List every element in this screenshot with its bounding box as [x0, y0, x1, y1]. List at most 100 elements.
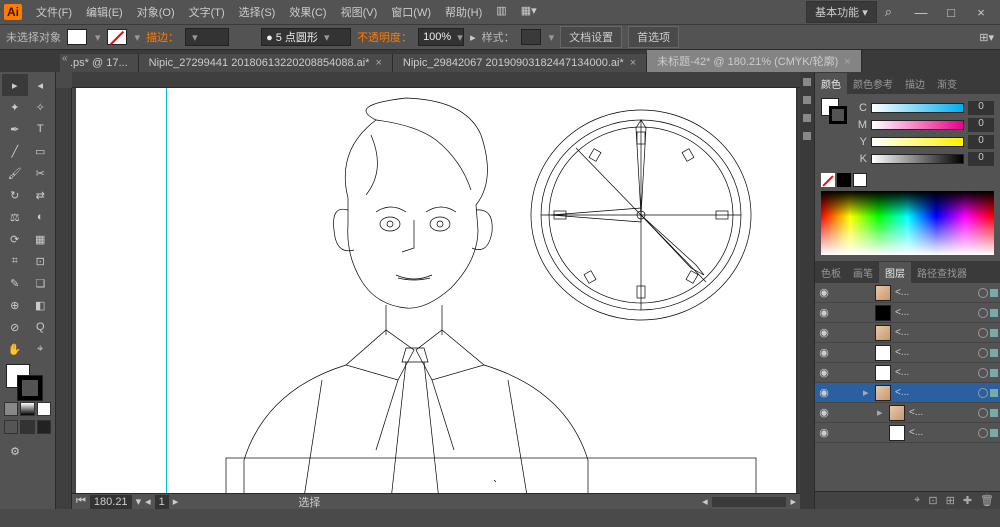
- artboard[interactable]: [76, 88, 796, 493]
- zoom-tool[interactable]: ⌖: [28, 338, 54, 360]
- visibility-toggle-icon[interactable]: ◉: [817, 406, 831, 419]
- zoom-dropdown-icon[interactable]: ▾: [136, 495, 142, 508]
- layer-row[interactable]: ◉<...: [815, 323, 1000, 343]
- new-sublayer-icon[interactable]: ⊞: [946, 494, 955, 507]
- target-ring-icon[interactable]: [978, 388, 988, 398]
- hand-tool[interactable]: ✋: [2, 338, 28, 360]
- color-spectrum[interactable]: [821, 191, 994, 255]
- dock-icon[interactable]: [803, 96, 811, 104]
- locate-layer-icon[interactable]: ⌖: [914, 494, 920, 507]
- white-swatch-icon[interactable]: [853, 173, 867, 187]
- lasso-tool[interactable]: ✧: [28, 96, 54, 118]
- doc-tab-active[interactable]: 未标题-42* @ 180.21% (CMYK/轮廓)×: [647, 50, 862, 72]
- fill-swatch[interactable]: [67, 29, 87, 45]
- target-ring-icon[interactable]: [978, 428, 988, 438]
- style-dropdown[interactable]: [547, 31, 555, 44]
- selection-tool[interactable]: ▸: [2, 74, 28, 96]
- status-nav-first-icon[interactable]: ⏮: [76, 495, 86, 508]
- mesh-tool[interactable]: ⊡: [28, 250, 54, 272]
- screen-mode-full-icon[interactable]: [20, 420, 34, 434]
- canvas[interactable]: [72, 88, 800, 493]
- disclosure-icon[interactable]: ▸: [877, 406, 887, 419]
- layer-name[interactable]: <...: [893, 307, 976, 318]
- layer-name[interactable]: <...: [893, 347, 976, 358]
- target-ring-icon[interactable]: [978, 348, 988, 358]
- layer-row[interactable]: ◉▸<...: [815, 383, 1000, 403]
- menu-object[interactable]: 对象(O): [131, 2, 181, 22]
- magenta-slider[interactable]: [871, 120, 964, 130]
- pen-tool[interactable]: ✒: [2, 118, 28, 140]
- black-slider[interactable]: [871, 154, 964, 164]
- magenta-value[interactable]: 0: [968, 118, 994, 132]
- layer-thumbnail[interactable]: [889, 405, 905, 421]
- style-swatch[interactable]: [521, 29, 541, 45]
- opacity-field[interactable]: 100%: [418, 28, 464, 46]
- scale-tool[interactable]: ⚖: [2, 206, 28, 228]
- menu-bridge-icon[interactable]: ▥: [490, 2, 512, 22]
- tab-pathfinder[interactable]: 路径查找器: [911, 262, 973, 283]
- black-swatch-icon[interactable]: [837, 173, 851, 187]
- doc-tab-3[interactable]: Nipic_29842067 20190903182447134000.ai*×: [393, 54, 647, 72]
- tabs-scroll-right[interactable]: »: [794, 53, 800, 64]
- visibility-toggle-icon[interactable]: ◉: [817, 286, 831, 299]
- preferences-button[interactable]: 首选项: [628, 26, 679, 48]
- rotate-tool[interactable]: ↻: [2, 184, 28, 206]
- perspective-tool[interactable]: ⌗: [2, 250, 28, 272]
- cyan-value[interactable]: 0: [968, 101, 994, 115]
- menu-file[interactable]: 文件(F): [30, 2, 78, 22]
- eyedropper-tool[interactable]: ❏: [28, 272, 54, 294]
- layer-name[interactable]: <...: [893, 367, 976, 378]
- new-layer-icon[interactable]: ✚: [963, 494, 972, 507]
- layer-thumbnail[interactable]: [875, 345, 891, 361]
- artboard-next-icon[interactable]: ▸: [173, 495, 179, 508]
- tab-color-guide[interactable]: 颜色参考: [847, 73, 899, 94]
- doc-tab-2[interactable]: Nipic_27299441 20180613220208854088.ai*×: [139, 54, 393, 72]
- zoom-field[interactable]: 180.21: [90, 495, 132, 509]
- gradient-tool[interactable]: ✎: [2, 272, 28, 294]
- layer-name[interactable]: <...: [907, 427, 976, 438]
- layer-thumbnail[interactable]: [875, 385, 891, 401]
- make-clip-icon[interactable]: ⊡: [928, 494, 937, 507]
- close-icon[interactable]: ×: [375, 57, 381, 69]
- layer-thumbnail[interactable]: [875, 305, 891, 321]
- artboard-prev-icon[interactable]: ◂: [145, 495, 151, 508]
- layer-row[interactable]: ◉<...: [815, 343, 1000, 363]
- dock-icon[interactable]: [803, 132, 811, 140]
- tabs-scroll-left[interactable]: «: [62, 53, 68, 64]
- layer-thumbnail[interactable]: [889, 425, 905, 441]
- layer-row[interactable]: ◉ <...: [815, 363, 1000, 383]
- tab-stroke[interactable]: 描边: [899, 73, 931, 94]
- ruler-vertical[interactable]: [56, 88, 72, 509]
- black-value[interactable]: 0: [968, 152, 994, 166]
- reflect-tool[interactable]: ⇄: [28, 184, 54, 206]
- tab-color[interactable]: 颜色: [815, 73, 847, 94]
- document-setup-button[interactable]: 文档设置: [560, 26, 622, 48]
- visibility-toggle-icon[interactable]: ◉: [817, 426, 831, 439]
- horizontal-scrollbar[interactable]: [712, 497, 787, 507]
- stroke-dropdown[interactable]: [133, 31, 141, 44]
- align-icon[interactable]: ⊞▾: [979, 31, 994, 44]
- tab-brushes[interactable]: 画笔: [847, 262, 879, 283]
- gradient-mode-icon[interactable]: [20, 402, 34, 416]
- brush-tool[interactable]: 🖌: [2, 162, 28, 184]
- symbol-tool[interactable]: ◧: [28, 294, 54, 316]
- menu-select[interactable]: 选择(S): [233, 2, 282, 22]
- close-icon[interactable]: ×: [630, 57, 636, 69]
- layer-name[interactable]: <...: [893, 287, 976, 298]
- line-tool[interactable]: ╱: [2, 140, 28, 162]
- menu-type[interactable]: 文字(T): [183, 2, 231, 22]
- blend-tool[interactable]: ⊕: [2, 294, 28, 316]
- screen-mode-normal-icon[interactable]: [4, 420, 18, 434]
- tab-gradient[interactable]: 渐变: [931, 73, 963, 94]
- layer-row[interactable]: ◉<...: [815, 303, 1000, 323]
- stroke-color-icon[interactable]: [18, 376, 42, 400]
- fill-stroke-control[interactable]: [2, 364, 53, 400]
- visibility-toggle-icon[interactable]: ◉: [817, 366, 831, 379]
- brush-preset-field[interactable]: ● 5 点圆形: [261, 28, 351, 46]
- target-ring-icon[interactable]: [978, 288, 988, 298]
- artboard-tool[interactable]: ⊘: [2, 316, 28, 338]
- direct-selection-tool[interactable]: ◂: [28, 74, 54, 96]
- artboard-index-field[interactable]: 1: [155, 495, 169, 509]
- menu-effect[interactable]: 效果(C): [283, 2, 332, 22]
- color-mode-icon[interactable]: [4, 402, 18, 416]
